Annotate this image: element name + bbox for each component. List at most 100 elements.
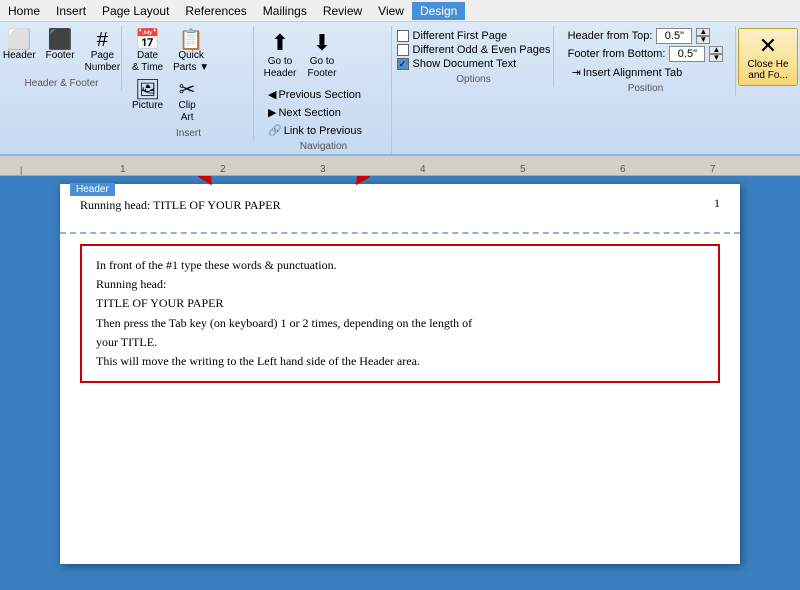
ribbon-group-insert: 📅 Date& Time 📋 QuickParts ▼ 🖼 Picture ✂ … — [124, 26, 254, 141]
different-first-page-checkbox[interactable]: Different First Page — [397, 30, 551, 42]
menu-insert[interactable]: Insert — [48, 2, 94, 20]
link-label: Link to Previous — [284, 125, 362, 137]
header-icon: ⬜ — [7, 30, 32, 50]
ruler-mark-6: 6 — [620, 164, 626, 175]
ruler-mark-1: 1 — [120, 164, 126, 175]
show-doc-checkbox-box: ✓ — [397, 58, 409, 70]
document-area: Header Running head: TITLE OF YOUR PAPER… — [0, 176, 800, 590]
running-head-text: Running head: TITLE OF YOUR PAPER — [80, 198, 281, 212]
header-from-top-label: Header from Top: — [568, 30, 653, 42]
diff-first-label: Different First Page — [413, 30, 508, 42]
next-section-icon: ▶ — [268, 106, 276, 119]
clip-art-label: ClipArt — [179, 100, 196, 124]
ruler-mark-7: 7 — [710, 164, 716, 175]
go-header-icon: ⬆ — [271, 30, 289, 56]
picture-button[interactable]: 🖼 Picture — [128, 78, 167, 114]
go-header-label: Go toHeader — [264, 56, 297, 80]
page-number-display: 1 — [714, 196, 720, 211]
ribbon-group-header-footer: ⬜ Header ⬛ Footer # PageNumber Header & … — [2, 26, 122, 91]
go-to-header-button[interactable]: ⬆ Go toHeader — [260, 28, 300, 82]
instruction-box: In front of the #1 type these words & pu… — [80, 244, 720, 383]
instruction-line-4: Then press the Tab key (on keyboard) 1 o… — [96, 314, 704, 333]
footer-from-bottom-row: Footer from Bottom: ▲ ▼ — [568, 46, 724, 62]
footer-bottom-down-arrow[interactable]: ▼ — [709, 54, 723, 62]
ribbon-group-close: ✕ Close Heand Fo... — [738, 26, 798, 88]
page-header[interactable]: Header Running head: TITLE OF YOUR PAPER… — [60, 184, 740, 234]
link-icon: 🔗 — [268, 124, 282, 137]
nav-group-label: Navigation — [260, 141, 387, 152]
footer-icon: ⬛ — [48, 30, 73, 50]
ruler-mark-4: 4 — [420, 164, 426, 175]
header-btn-label: Header — [3, 50, 36, 62]
picture-label: Picture — [132, 100, 163, 112]
footer-button[interactable]: ⬛ Footer — [42, 28, 79, 76]
menu-design[interactable]: Design — [412, 2, 465, 20]
different-odd-even-checkbox[interactable]: Different Odd & Even Pages — [397, 44, 551, 56]
header-button[interactable]: ⬜ Header — [0, 28, 40, 76]
footer-btn-label: Footer — [46, 50, 75, 62]
date-icon: 📅 — [135, 30, 160, 50]
picture-icon: 🖼 — [135, 80, 160, 100]
ruler: | 1 2 3 4 5 6 7 — [0, 156, 800, 176]
footer-from-bottom-label: Footer from Bottom: — [568, 48, 666, 60]
ribbon-group-position: Header from Top: ▲ ▼ Footer from Bottom:… — [556, 26, 736, 96]
previous-section-button[interactable]: ◀ Previous Section — [264, 86, 366, 103]
go-to-footer-button[interactable]: ⬇ Go toFooter — [302, 28, 342, 82]
page-number-button[interactable]: # PageNumber — [81, 28, 125, 76]
header-from-top-row: Header from Top: ▲ ▼ — [568, 28, 724, 44]
insert-group-label: Insert — [128, 128, 249, 139]
next-section-button[interactable]: ▶ Next Section — [264, 104, 366, 121]
ribbon: ⬜ Header ⬛ Footer # PageNumber Header & … — [0, 22, 800, 156]
quick-parts-button[interactable]: 📋 QuickParts ▼ — [169, 28, 213, 76]
menu-home[interactable]: Home — [0, 2, 48, 20]
hf-group-label: Header & Footer — [6, 78, 117, 89]
close-label: Close Heand Fo... — [747, 59, 788, 81]
menu-review[interactable]: Review — [315, 2, 370, 20]
link-to-previous-button[interactable]: 🔗 Link to Previous — [264, 122, 366, 139]
ruler-mark-2: 2 — [220, 164, 226, 175]
ribbon-group-navigation: ⬆ Go toHeader ⬇ Go toFooter ◀ Previous S… — [256, 26, 392, 154]
position-group-label: Position — [560, 83, 731, 94]
footer-from-bottom-input[interactable] — [669, 46, 705, 62]
page-number-btn-label: PageNumber — [85, 50, 121, 74]
instruction-line-5: your TITLE. — [96, 333, 704, 352]
prev-section-icon: ◀ — [268, 88, 276, 101]
show-document-text-checkbox[interactable]: ✓ Show Document Text — [397, 58, 551, 70]
ruler-mark-5: 5 — [520, 164, 526, 175]
menu-view[interactable]: View — [370, 2, 412, 20]
clip-art-button[interactable]: ✂ ClipArt — [169, 78, 205, 126]
close-icon: ✕ — [759, 33, 777, 59]
align-tab-label: Insert Alignment Tab — [583, 67, 682, 79]
go-footer-icon: ⬇ — [313, 30, 331, 56]
quick-parts-icon: 📋 — [179, 30, 204, 50]
menu-references[interactable]: References — [177, 2, 254, 20]
go-footer-label: Go toFooter — [308, 56, 337, 80]
clip-art-icon: ✂ — [179, 80, 196, 100]
insert-alignment-tab-button[interactable]: ⇥ Insert Alignment Tab — [568, 64, 724, 81]
prev-section-label: Previous Section — [278, 89, 361, 101]
page: Header Running head: TITLE OF YOUR PAPER… — [60, 184, 740, 564]
instruction-line-2: Running head: — [96, 275, 704, 294]
header-top-down-arrow[interactable]: ▼ — [696, 36, 710, 44]
options-group-label: Options — [398, 74, 549, 85]
menu-page-layout[interactable]: Page Layout — [94, 2, 177, 20]
instruction-line-6: This will move the writing to the Left h… — [96, 352, 704, 371]
ruler-mark-3: 3 — [320, 164, 326, 175]
align-tab-icon: ⇥ — [572, 66, 581, 79]
diff-first-checkbox-box — [397, 30, 409, 42]
ribbon-group-options: Different First Page Different Odd & Eve… — [394, 26, 554, 87]
close-header-footer-button[interactable]: ✕ Close Heand Fo... — [738, 28, 797, 86]
quick-parts-label: QuickParts ▼ — [173, 50, 209, 74]
next-section-label: Next Section — [278, 107, 340, 119]
header-label-tag: Header — [70, 183, 115, 196]
header-from-top-input[interactable] — [656, 28, 692, 44]
date-btn-label: Date& Time — [132, 50, 163, 74]
ruler-left: | — [20, 165, 22, 175]
page-number-icon: # — [97, 30, 108, 50]
diff-odd-checkbox-box — [397, 44, 409, 56]
diff-odd-label: Different Odd & Even Pages — [413, 44, 551, 56]
show-doc-label: Show Document Text — [413, 58, 517, 70]
menu-bar: Home Insert Page Layout References Maili… — [0, 0, 800, 22]
menu-mailings[interactable]: Mailings — [255, 2, 315, 20]
date-time-button[interactable]: 📅 Date& Time — [128, 28, 167, 76]
